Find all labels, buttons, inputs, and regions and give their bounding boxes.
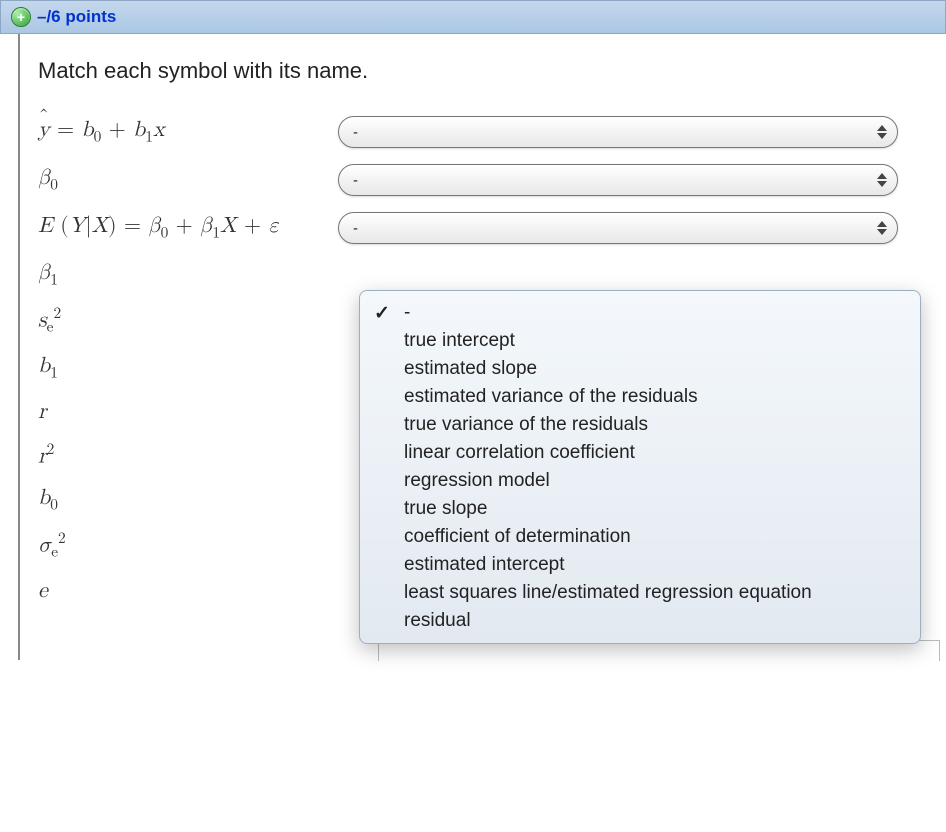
symbol-label: r2: [38, 441, 338, 469]
points-label: –/6 points: [37, 7, 116, 27]
answer-select-1[interactable]: -: [338, 116, 898, 148]
answer-select-2[interactable]: -: [338, 164, 898, 196]
question-prompt: Match each symbol with its name.: [38, 58, 922, 84]
dropdown-option[interactable]: true slope: [360, 495, 920, 523]
symbol-label: r: [38, 399, 338, 425]
symbol-label: σe2: [38, 530, 338, 562]
stepper-icon: [875, 173, 889, 187]
dropdown-option[interactable]: regression model: [360, 467, 920, 495]
dropdown-option[interactable]: true intercept: [360, 327, 920, 355]
match-row: β0 -: [38, 164, 922, 196]
expand-icon[interactable]: +: [11, 7, 31, 27]
symbol-label: b1: [38, 353, 338, 382]
answer-select-3[interactable]: -: [338, 212, 898, 244]
dropdown-option[interactable]: estimated slope: [360, 355, 920, 383]
dropdown-option[interactable]: residual: [360, 607, 920, 635]
dropdown-option[interactable]: estimated variance of the residuals: [360, 383, 920, 411]
select-value: -: [353, 220, 358, 237]
header-bar: + –/6 points: [0, 0, 946, 34]
symbol-label: b0: [38, 485, 338, 514]
symbol-label: β0: [38, 165, 338, 194]
dropdown-option[interactable]: true variance of the residuals: [360, 411, 920, 439]
match-row: y = b0 + b1x -: [38, 116, 922, 148]
symbol-label: e: [38, 578, 338, 604]
question-body: Match each symbol with its name. y = b0 …: [18, 34, 946, 660]
symbol-label: y = b0 + b1x: [38, 117, 338, 146]
select-value: -: [353, 124, 358, 141]
match-row: β1: [38, 260, 922, 289]
dropdown-option[interactable]: least squares line/estimated regression …: [360, 579, 920, 607]
stepper-icon: [875, 125, 889, 139]
select-value: -: [353, 172, 358, 189]
match-row: E (Y|X) = β0 + β1X + ε -: [38, 212, 922, 244]
dropdown-option[interactable]: coefficient of determination: [360, 523, 920, 551]
symbol-label: se2: [38, 305, 338, 337]
dropdown-option[interactable]: linear correlation coefficient: [360, 439, 920, 467]
symbol-label: β1: [38, 260, 338, 289]
dropdown-option[interactable]: -: [360, 299, 920, 327]
stepper-icon: [875, 221, 889, 235]
symbol-label: E (Y|X) = β0 + β1X + ε: [38, 213, 338, 242]
dropdown-panel: - true intercept estimated slope estimat…: [359, 290, 921, 644]
dropdown-option[interactable]: estimated intercept: [360, 551, 920, 579]
